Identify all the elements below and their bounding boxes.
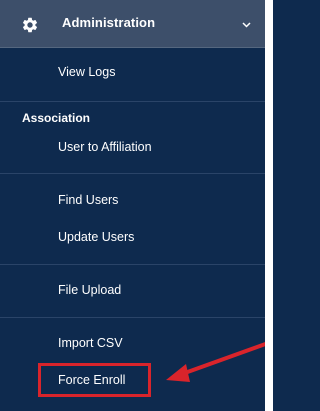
gear-icon [22, 17, 38, 33]
menu-divider [0, 264, 265, 265]
menu-item-import-csv[interactable]: Import CSV [58, 336, 123, 350]
menu-divider [0, 101, 265, 102]
menu-item-file-upload[interactable]: File Upload [58, 283, 121, 297]
red-arrow-icon [166, 340, 273, 382]
menu-item-user-to-affiliation[interactable]: User to Affiliation [58, 140, 152, 154]
chevron-down-icon[interactable] [241, 21, 252, 29]
scrollbar[interactable] [265, 0, 273, 411]
highlight-box [38, 363, 151, 397]
menu-item-find-users[interactable]: Find Users [58, 193, 118, 207]
menu-item-update-users[interactable]: Update Users [58, 230, 134, 244]
section-heading-association: Association [22, 111, 91, 125]
administration-title: Administration [62, 15, 156, 30]
menu-item-view-logs[interactable]: View Logs [58, 65, 115, 79]
administration-menu-header[interactable]: Administration [0, 0, 265, 48]
menu-divider [0, 173, 265, 174]
menu-divider [0, 317, 265, 318]
